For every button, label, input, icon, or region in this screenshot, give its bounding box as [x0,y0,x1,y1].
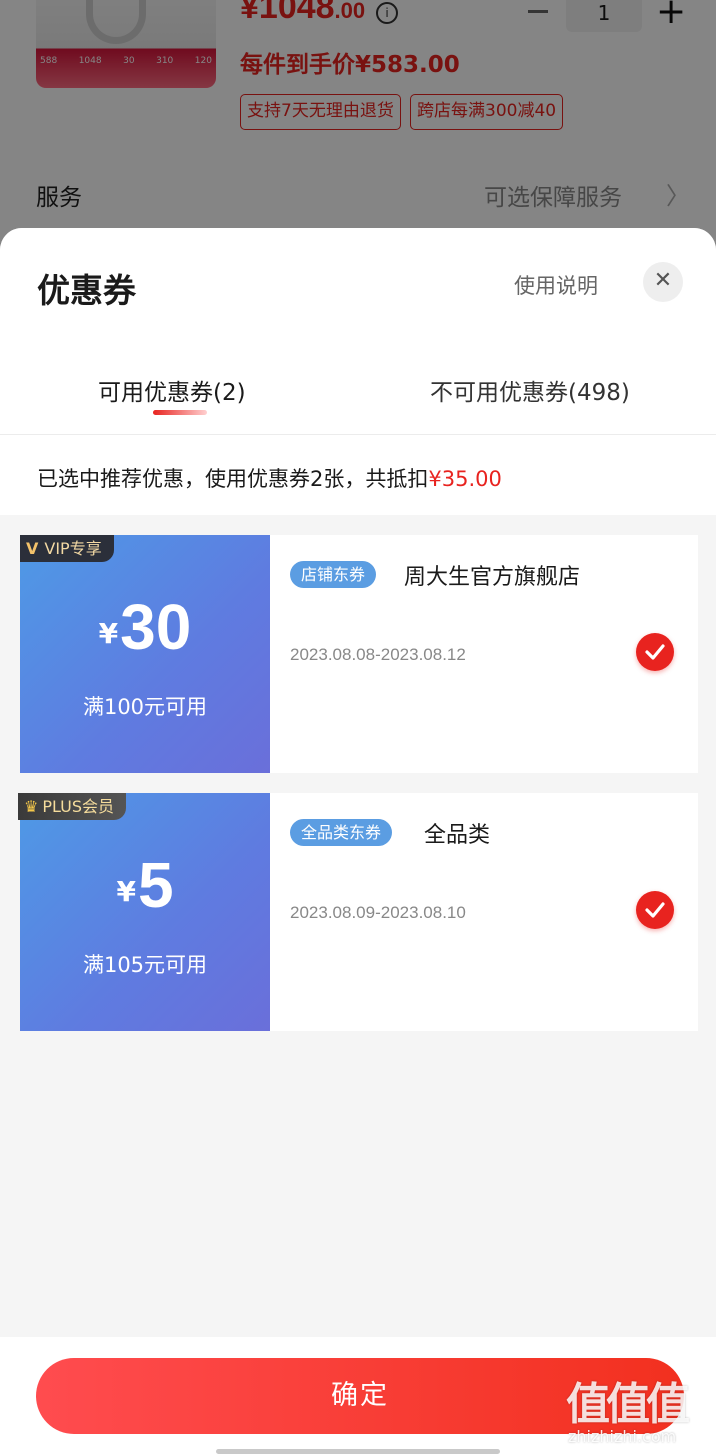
coupon-sheet: 优惠券 使用说明 ✕ 可用优惠券(2) 不可用优惠券(498) 已选中推荐优惠，… [0,228,716,1456]
coupon-type-badge: 店铺东券 [290,561,377,588]
selected-check-icon[interactable] [636,633,674,671]
plus-member-badge: ♛ PLUS会员 [18,793,126,820]
selected-check-icon[interactable] [636,891,674,929]
coupon-value-panel: V VIP专享 ¥30 满100元可用 [14,535,270,773]
coupon-condition: 满105元可用 [82,953,208,977]
amount-value: 30 [120,591,192,663]
badge-label: PLUS会员 [42,797,114,816]
summary-text: 已选中推荐优惠，使用优惠券2张，共抵扣¥35.00 [37,463,502,493]
summary-amount: ¥35.00 [428,467,502,491]
usage-instructions-link[interactable]: 使用说明 [514,270,598,300]
badge-label: VIP专享 [44,539,102,558]
active-tab-indicator [153,410,207,415]
coupon-type-badge: 全品类东券 [290,819,393,846]
currency-symbol: ¥ [98,617,119,650]
home-indicator [216,1449,500,1454]
sheet-title: 优惠券 [37,271,136,310]
modal-overlay[interactable] [0,0,716,260]
crown-icon: ♛ [24,797,39,816]
coupon-condition: 满100元可用 [82,695,208,719]
coupon-scope: 周大生官方旗舰店 [404,565,581,590]
discount-summary: 已选中推荐优惠，使用优惠券2张，共抵扣¥35.00 [0,435,716,515]
coupon-details: 全品类东券 全品类 2023.08.09-2023.08.10 [270,793,698,1031]
vip-badge: V VIP专享 [20,535,114,562]
currency-symbol: ¥ [116,875,136,908]
coupon-details: 店铺东券 周大生官方旗舰店 2023.08.08-2023.08.12 [270,535,698,773]
coupon-value-panel: ♛ PLUS会员 ¥5 满105元可用 [14,793,270,1031]
coupon-card[interactable]: V VIP专享 ¥30 满100元可用 店铺东券 周大生官方旗舰店 2023.08… [14,535,698,773]
tab-unavailable-coupons[interactable]: 不可用优惠券(498) [430,373,630,407]
vip-v-icon: V [26,539,39,558]
summary-prefix: 已选中推荐优惠，使用优惠券2张，共抵扣 [37,467,429,491]
close-icon: ✕ [653,268,673,293]
coupon-scope: 全品类 [424,823,491,848]
coupon-card[interactable]: ♛ PLUS会员 ¥5 满105元可用 全品类东券 全品类 2023.08.09-… [14,793,698,1031]
sheet-header: 优惠券 使用说明 ✕ 可用优惠券(2) 不可用优惠券(498) [0,228,716,435]
tab-available-coupons[interactable]: 可用优惠券(2) [98,373,246,407]
coupon-validity: 2023.08.08-2023.08.12 [290,645,466,664]
coupon-amount: ¥5 [20,853,270,917]
close-button[interactable]: ✕ [643,262,683,302]
watermark-url: zhizhizhi.com [568,1427,677,1446]
amount-value: 5 [137,849,174,921]
watermark: 值值值 [566,1379,690,1430]
coupon-amount: ¥30 [20,595,270,659]
coupon-validity: 2023.08.09-2023.08.10 [290,903,466,922]
